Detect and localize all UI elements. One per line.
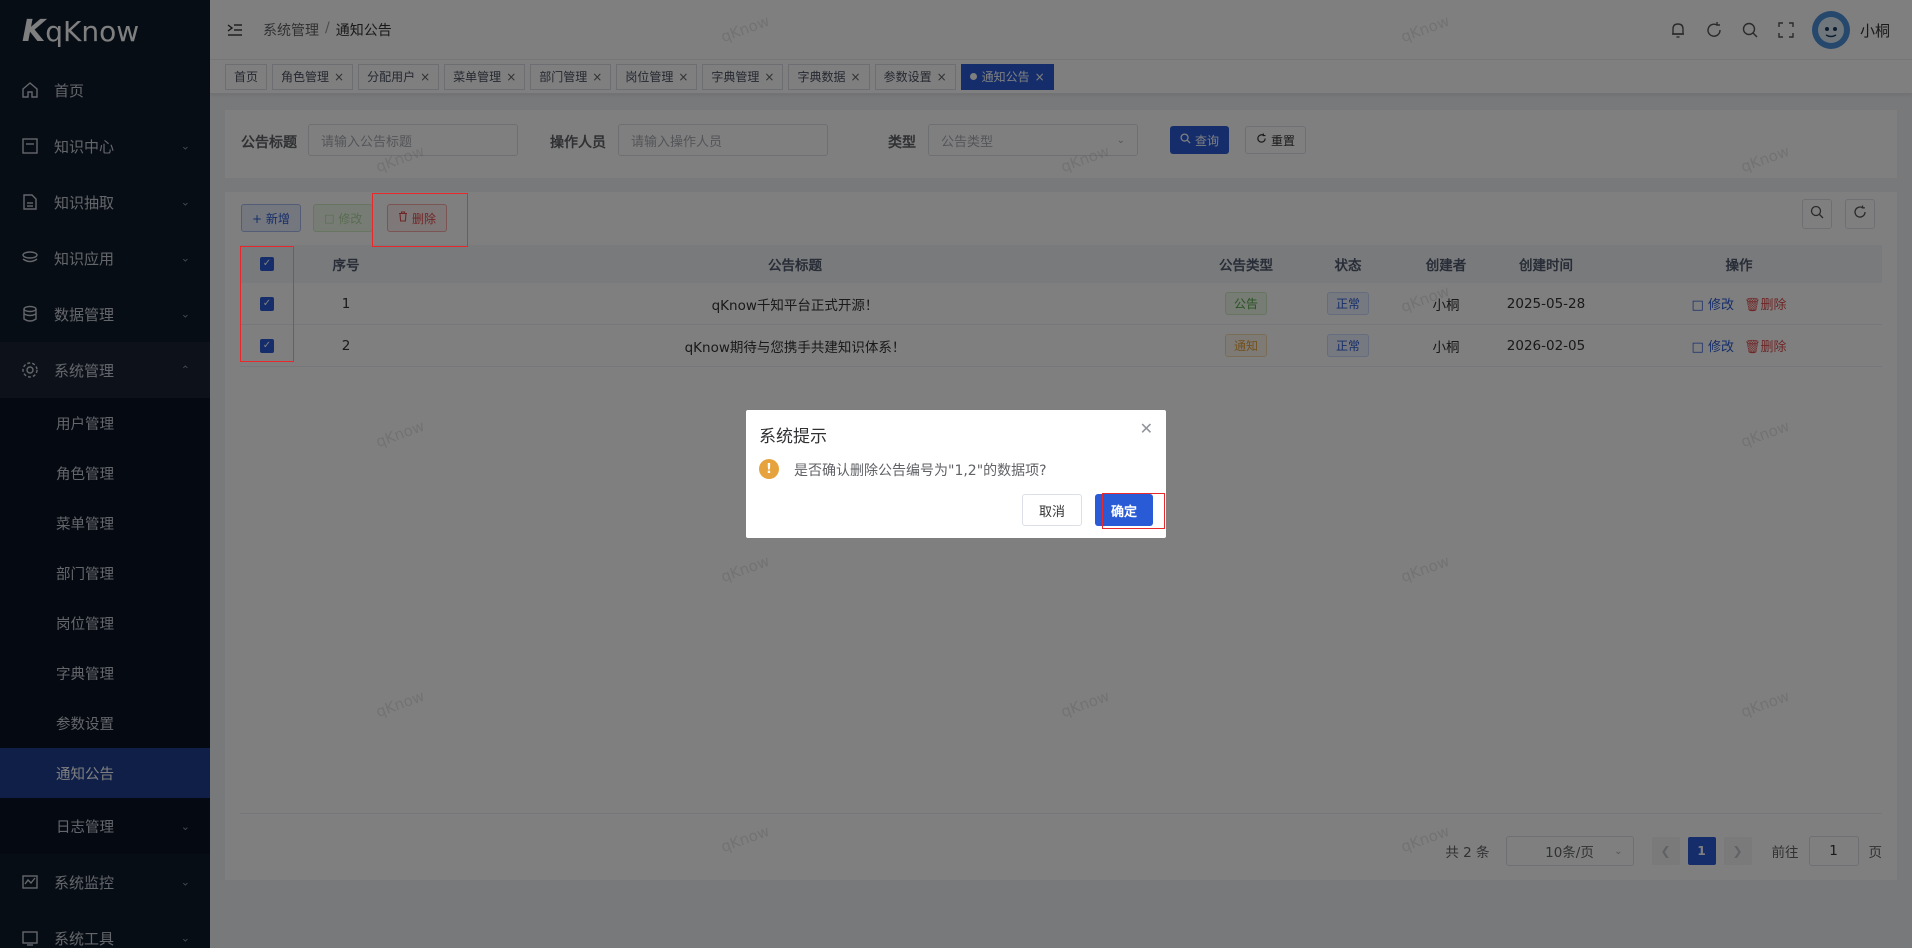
close-icon[interactable]: ✕ xyxy=(1140,419,1153,438)
dialog-message: 是否确认删除公告编号为"1,2"的数据项? xyxy=(794,463,1047,479)
highlight-delete-button xyxy=(372,193,468,247)
highlight-confirm-button xyxy=(1102,493,1165,529)
dialog-title: 系统提示 xyxy=(759,427,827,447)
cancel-button[interactable]: 取消 xyxy=(1022,494,1082,526)
warning-icon: ! xyxy=(759,459,779,479)
highlight-row-checkboxes xyxy=(240,246,294,362)
